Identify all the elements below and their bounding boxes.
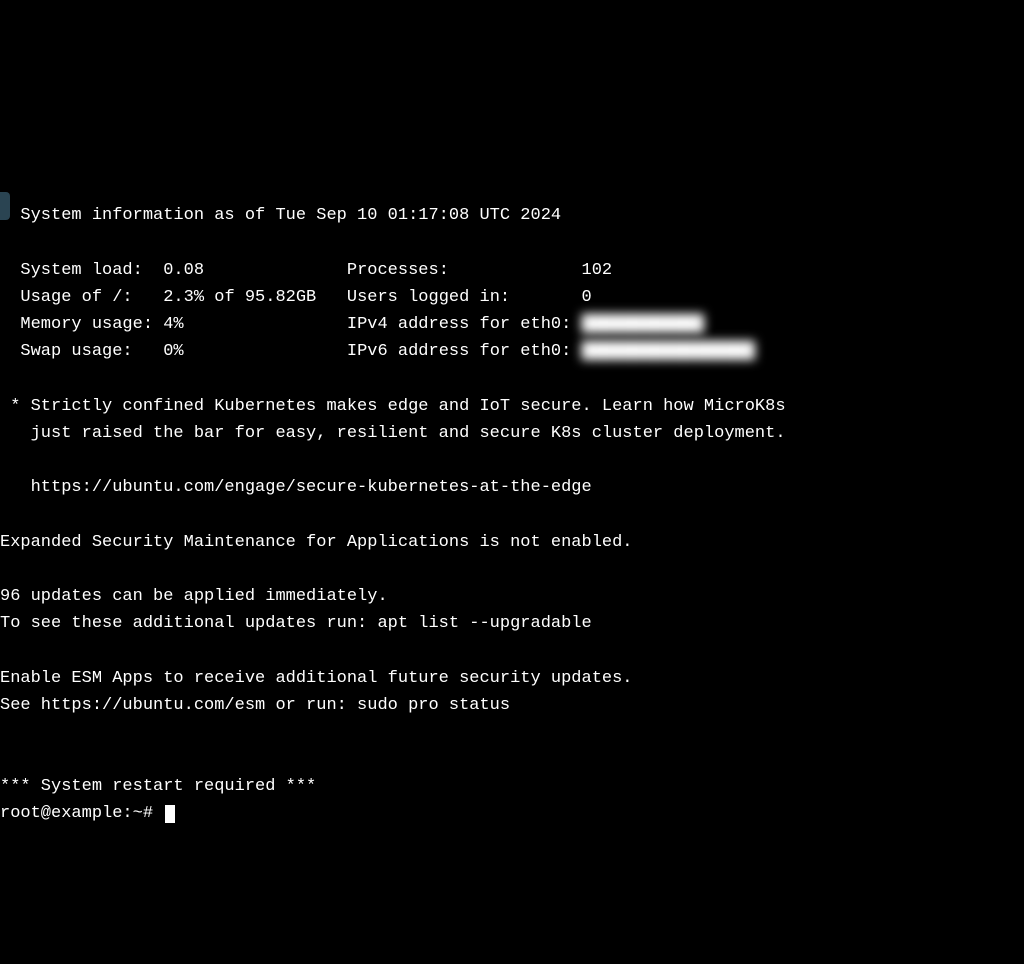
shell-prompt[interactable]: root@example:~#	[0, 804, 163, 823]
system-load-value: 0.08	[163, 261, 204, 280]
ipv4-value: ████████████	[582, 311, 704, 338]
processes-label: Processes:	[347, 261, 449, 280]
promo-url: https://ubuntu.com/engage/secure-kuberne…	[0, 478, 592, 497]
cursor	[165, 805, 175, 823]
esm-enable-line-2: See https://ubuntu.com/esm or run: sudo …	[0, 696, 510, 715]
sysinfo-header: System information as of Tue Sep 10 01:1…	[0, 206, 561, 225]
processes-value: 102	[582, 261, 613, 280]
promo-line-1: * Strictly confined Kubernetes makes edg…	[0, 397, 786, 416]
system-load-label: System load:	[0, 261, 143, 280]
side-tab	[0, 192, 10, 220]
memory-value: 4%	[163, 315, 183, 334]
promo-line-2: just raised the bar for easy, resilient …	[0, 424, 786, 443]
updates-hint: To see these additional updates run: apt…	[0, 614, 592, 633]
users-value: 0	[582, 288, 592, 307]
terminal-output[interactable]: System information as of Tue Sep 10 01:1…	[0, 163, 1024, 828]
memory-label: Memory usage:	[0, 315, 153, 334]
swap-label: Swap usage:	[0, 342, 133, 361]
ipv4-label: IPv4 address for eth0:	[347, 315, 571, 334]
usage-value: 2.3% of 95.82GB	[163, 288, 316, 307]
swap-value: 0%	[163, 342, 183, 361]
users-label: Users logged in:	[347, 288, 510, 307]
esm-enable-line-1: Enable ESM Apps to receive additional fu…	[0, 669, 633, 688]
ipv6-label: IPv6 address for eth0:	[347, 342, 571, 361]
usage-label: Usage of /:	[0, 288, 133, 307]
restart-required: *** System restart required ***	[0, 777, 316, 796]
ipv6-value: █████████████████	[582, 338, 755, 365]
updates-count: 96 updates can be applied immediately.	[0, 587, 388, 606]
esm-not-enabled: Expanded Security Maintenance for Applic…	[0, 533, 633, 552]
